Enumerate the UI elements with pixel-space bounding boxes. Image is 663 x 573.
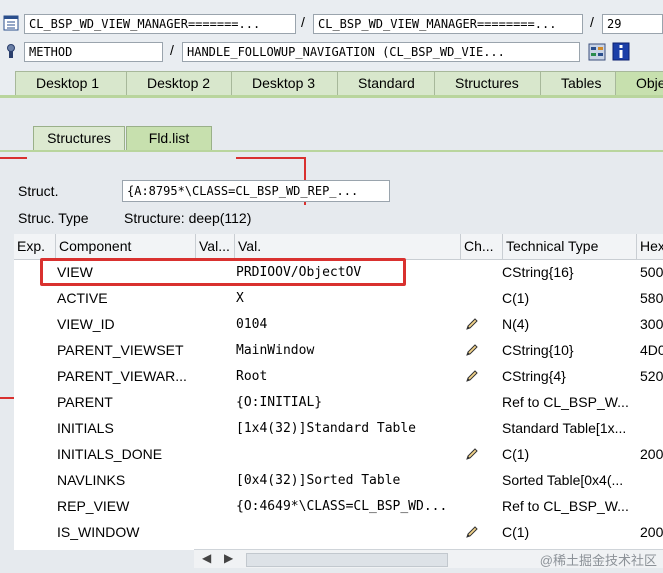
table-row[interactable]: REP_VIEW {O:4649*\CLASS=CL_BSP_WD... Ref t… xyxy=(14,494,663,520)
pencil-icon[interactable] xyxy=(464,446,480,462)
pencil-icon[interactable] xyxy=(464,342,480,358)
tab-tables[interactable]: Tables xyxy=(540,71,616,95)
line-number-field[interactable]: 29 xyxy=(602,14,663,34)
tab-objects[interactable]: Obje xyxy=(615,71,663,95)
tab-standard[interactable]: Standard xyxy=(337,71,435,95)
technical-type-cell: CString{10} xyxy=(502,342,574,358)
table-row[interactable]: NAVLINKS [0x4(32)]Sorted Table Sorted Tabl… xyxy=(14,468,663,494)
value-cell: {O:4649*\CLASS=CL_BSP_WD... xyxy=(236,499,448,514)
tab-desktop-3[interactable]: Desktop 3 xyxy=(231,71,338,95)
type-field[interactable]: METHOD xyxy=(24,42,163,62)
technical-type-cell: Standard Table[1x... xyxy=(502,420,627,436)
struct-label: Struct. xyxy=(18,183,59,199)
column-header-technical-type[interactable]: Technical Type xyxy=(502,234,636,259)
scroll-right-icon[interactable]: ▶ xyxy=(224,551,233,565)
component-cell: REP_VIEW xyxy=(57,498,130,514)
struct-value-field[interactable]: {A:8795*\CLASS=CL_BSP_WD_REP_... xyxy=(122,180,390,202)
struct-type-label: Struc. Type xyxy=(18,210,89,226)
class-field-2[interactable]: CL_BSP_WD_VIEW_MANAGER========... xyxy=(313,14,583,34)
annotation-line xyxy=(236,157,306,159)
tab-desktop-1[interactable]: Desktop 1 xyxy=(15,71,127,95)
subtab-underline xyxy=(0,150,663,152)
tab-structures[interactable]: Structures xyxy=(434,71,541,95)
method-icon xyxy=(7,44,15,58)
component-cell: ACTIVE xyxy=(57,290,108,306)
column-header-exp[interactable]: Exp. xyxy=(14,234,55,259)
hex-cell: 500 xyxy=(640,264,663,280)
hex-cell: 580 xyxy=(640,290,663,306)
highlight-box xyxy=(40,258,406,286)
technical-type-cell: CString{4} xyxy=(502,368,566,384)
separator: / xyxy=(170,42,174,58)
value-cell: X xyxy=(236,291,244,306)
hex-cell: 200 xyxy=(640,524,663,540)
struct-type-value: Structure: deep(112) xyxy=(124,210,252,226)
component-cell: PARENT xyxy=(57,394,113,410)
value-cell: [1x4(32)]Standard Table xyxy=(236,421,417,436)
table-row[interactable]: ACTIVE X C(1) 580 xyxy=(14,286,663,312)
pencil-icon[interactable] xyxy=(464,524,480,540)
hex-cell: 4D0 xyxy=(640,342,663,358)
column-header-val-short[interactable]: Val... xyxy=(195,234,234,259)
value-cell: 0104 xyxy=(236,317,268,332)
value-cell: {O:INITIAL} xyxy=(236,395,323,410)
pencil-icon[interactable] xyxy=(464,368,480,384)
separator: / xyxy=(590,14,594,30)
tab-desktop-2[interactable]: Desktop 2 xyxy=(126,71,232,95)
class-field-1[interactable]: CL_BSP_WD_VIEW_MANAGER=======... xyxy=(24,14,296,34)
subtab-field-list[interactable]: Fld.list xyxy=(126,126,212,150)
document-list-icon[interactable] xyxy=(3,15,19,31)
subtab-structures[interactable]: Structures xyxy=(33,126,125,150)
technical-type-cell: C(1) xyxy=(502,290,530,306)
technical-type-cell: C(1) xyxy=(502,446,530,462)
grid-header: Exp. Component Val... Val. Ch... Technic… xyxy=(14,234,663,260)
component-cell: PARENT_VIEWAR... xyxy=(57,368,187,384)
technical-type-cell: Sorted Table[0x4(... xyxy=(502,472,624,488)
component-cell: NAVLINKS xyxy=(57,472,126,488)
pencil-icon[interactable] xyxy=(464,316,480,332)
watermark: @稀土掘金技术社区 xyxy=(539,553,657,568)
technical-type-cell: C(1) xyxy=(502,524,530,540)
toolbar-row-1: CL_BSP_WD_VIEW_MANAGER=======... / CL_BS… xyxy=(0,12,663,34)
table-row[interactable]: PARENT_VIEWAR... Root CString{4} 520 xyxy=(14,364,663,390)
grid-view-icon[interactable] xyxy=(588,43,606,61)
column-header-change[interactable]: Ch... xyxy=(460,234,502,259)
column-header-hex[interactable]: Hex xyxy=(636,234,663,259)
component-cell: PARENT_VIEWSET xyxy=(57,342,184,358)
separator: / xyxy=(301,14,305,30)
toolbar-row-2: METHOD / HANDLE_FOLLOWUP_NAVIGATION (CL_… xyxy=(0,40,663,62)
technical-type-cell: Ref to CL_BSP_W... xyxy=(502,394,629,410)
component-cell: INITIALS xyxy=(57,420,114,436)
hex-cell: 520 xyxy=(640,368,663,384)
value-cell: MainWindow xyxy=(236,343,315,358)
component-cell: INITIALS_DONE xyxy=(57,446,163,462)
column-header-component[interactable]: Component xyxy=(55,234,195,259)
hex-cell: 300 xyxy=(640,316,663,332)
value-cell: [0x4(32)]Sorted Table xyxy=(236,473,401,488)
desktop-tab-bar: Desktop 1 Desktop 2 Desktop 3 Standard S… xyxy=(0,71,663,96)
scroll-thumb[interactable] xyxy=(246,553,448,567)
column-header-value[interactable]: Val. xyxy=(234,234,460,259)
component-cell: VIEW_ID xyxy=(57,316,115,332)
table-row[interactable]: INITIALS_DONE C(1) 200 xyxy=(14,442,663,468)
technical-type-cell: CString{16} xyxy=(502,264,574,280)
table-row[interactable]: INITIALS [1x4(32)]Standard Table Standard … xyxy=(14,416,663,442)
table-row[interactable]: PARENT {O:INITIAL} Ref to CL_BSP_W... xyxy=(14,390,663,416)
value-cell: Root xyxy=(236,369,268,384)
table-row[interactable]: PARENT_VIEWSET MainWindow CString{10} 4D0 xyxy=(14,338,663,364)
technical-type-cell: Ref to CL_BSP_W... xyxy=(502,498,629,514)
method-field[interactable]: HANDLE_FOLLOWUP_NAVIGATION (CL_BSP_WD_VI… xyxy=(182,42,580,62)
table-row[interactable]: VIEW_ID 0104 N(4) 300 xyxy=(14,312,663,338)
component-cell: IS_WINDOW xyxy=(57,524,140,540)
hex-cell: 200 xyxy=(640,446,663,462)
technical-type-cell: N(4) xyxy=(502,316,530,332)
scroll-left-icon[interactable]: ◀ xyxy=(202,551,211,565)
annotation-line xyxy=(0,157,27,159)
table-row[interactable]: IS_WINDOW C(1) 200 xyxy=(14,520,663,546)
info-icon[interactable] xyxy=(612,42,630,61)
